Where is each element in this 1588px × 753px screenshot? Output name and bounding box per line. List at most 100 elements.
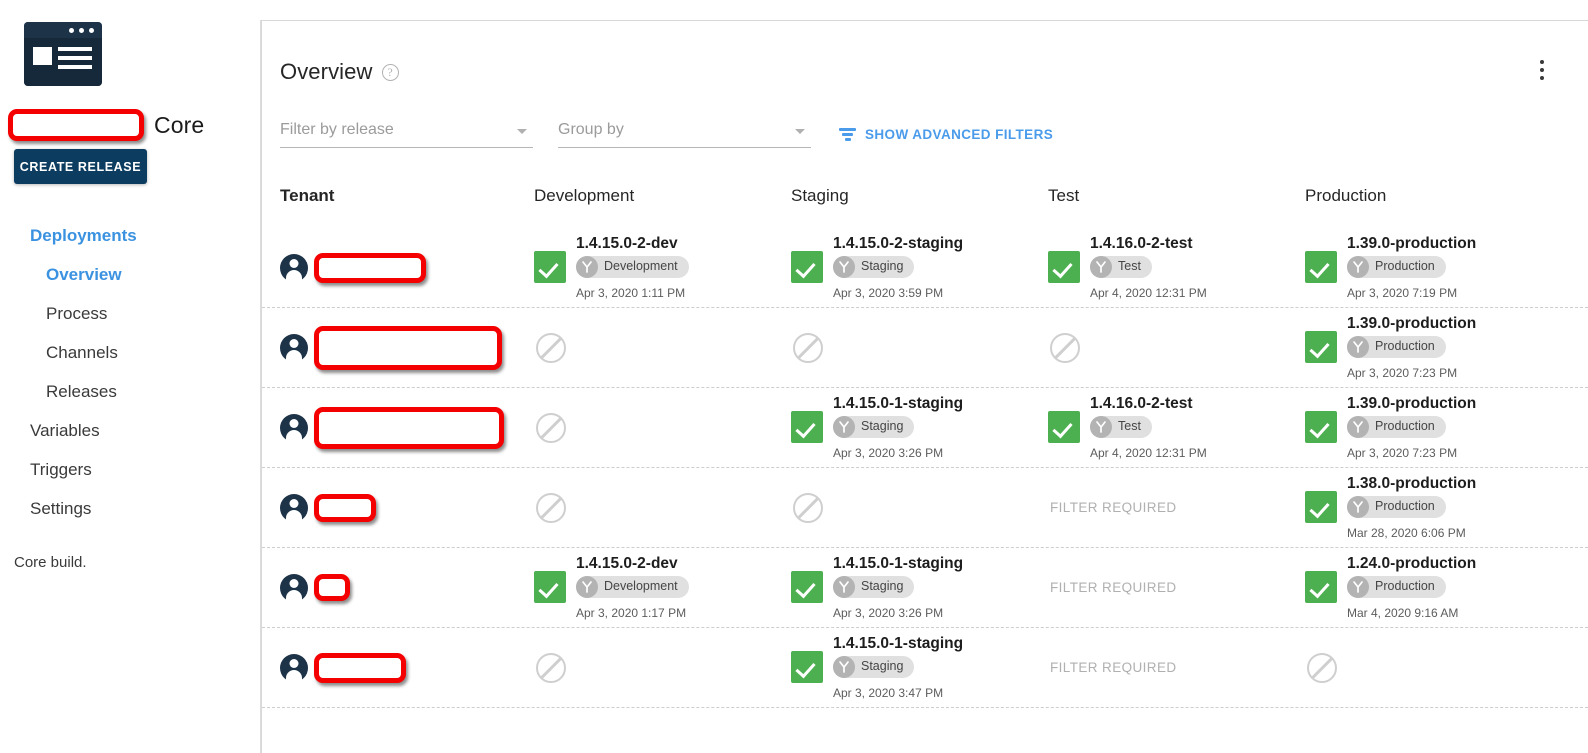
panel-header: Overview ?	[262, 21, 1588, 85]
cell-staging	[791, 492, 1048, 523]
deployment-date: Mar 4, 2020 9:16 AM	[1347, 606, 1459, 621]
column-header-tenant: Tenant	[280, 186, 335, 205]
sidebar-item-settings[interactable]: Settings	[0, 489, 261, 528]
cell-test: FILTER REQUIRED	[1048, 660, 1305, 675]
channel-label: Production	[1375, 338, 1435, 353]
tenant-cell[interactable]	[280, 652, 534, 683]
cell-staging[interactable]: 1.4.15.0-1-staging Staging Apr 3, 2020 3:4…	[791, 635, 1048, 701]
cell-test[interactable]: 1.4.16.0-2-test Test Apr 4, 2020 12:31 PM	[1048, 235, 1305, 301]
cell-staging[interactable]: 1.4.15.0-1-staging Staging Apr 3, 2020 3:2…	[791, 555, 1048, 621]
tenant-name-redaction	[314, 493, 376, 522]
sidebar-item-releases[interactable]: Releases	[0, 372, 261, 411]
channel-label: Production	[1375, 498, 1435, 513]
column-header-development: Development	[534, 186, 635, 205]
channel-label: Production	[1375, 578, 1435, 593]
cell-production[interactable]: 1.39.0-production Production Apr 3, 2020 7…	[1305, 315, 1562, 381]
channel-chip: Test	[1090, 255, 1152, 278]
deployment-date: Mar 28, 2020 6:06 PM	[1347, 526, 1466, 541]
filter-by-release-select[interactable]: Filter by release	[280, 121, 533, 148]
tenant-cell[interactable]	[280, 573, 534, 602]
cell-development[interactable]: 1.4.15.0-2-dev Development Apr 3, 2020 1:1…	[534, 555, 791, 621]
filters-bar: Filter by release Group by SHOW ADVANCED…	[262, 121, 1588, 148]
branch-icon	[1347, 415, 1369, 438]
channel-chip: Staging	[833, 415, 915, 438]
release-version: 1.4.15.0-2-dev	[576, 554, 678, 572]
deployment-info: 1.4.16.0-2-test Test Apr 4, 2020 12:31 PM	[1090, 395, 1207, 461]
deployment-info: 1.4.15.0-1-staging Staging Apr 3, 2020 3:4…	[833, 635, 963, 701]
channel-label: Production	[1375, 418, 1435, 433]
channel-chip: Production	[1347, 415, 1446, 438]
channel-label: Staging	[861, 418, 904, 433]
help-circle-icon[interactable]: ?	[381, 63, 399, 81]
deployment-date: Apr 3, 2020 1:17 PM	[576, 606, 687, 621]
person-icon	[280, 413, 308, 442]
tenant-cell[interactable]	[280, 406, 534, 449]
release-version: 1.4.15.0-1-staging	[833, 634, 964, 652]
deployment-date: Apr 3, 2020 3:26 PM	[833, 606, 944, 621]
cell-development[interactable]: 1.4.15.0-2-dev Development Apr 3, 2020 1:1…	[534, 235, 791, 301]
channel-label: Development	[604, 258, 678, 273]
group-by-select[interactable]: Group by	[558, 121, 811, 148]
cell-production	[1305, 652, 1562, 683]
release-version: 1.39.0-production	[1347, 314, 1477, 332]
deployment-info: 1.39.0-production Production Apr 3, 2020 7…	[1347, 315, 1476, 381]
branch-icon	[1090, 255, 1112, 278]
sidebar-item-variables[interactable]: Variables	[0, 411, 261, 450]
channel-label: Production	[1375, 258, 1435, 273]
cell-production[interactable]: 1.38.0-production Production Mar 28, 2020 …	[1305, 475, 1562, 541]
table-row: FILTER REQUIRED 1.38.0-production Producti…	[262, 468, 1588, 548]
sidebar-item-overview[interactable]: Overview	[0, 255, 261, 294]
cell-staging[interactable]: 1.4.15.0-1-staging Staging Apr 3, 2020 3:2…	[791, 395, 1048, 461]
filter-required-label: FILTER REQUIRED	[1050, 660, 1177, 675]
tenant-cell[interactable]	[280, 252, 534, 283]
sidebar-item-process[interactable]: Process	[0, 294, 261, 333]
logo-dot-icon	[79, 28, 84, 33]
cell-production[interactable]: 1.39.0-production Production Apr 3, 2020 7…	[1305, 395, 1562, 461]
deployment-date: Apr 3, 2020 7:23 PM	[1347, 366, 1458, 381]
cell-test: FILTER REQUIRED	[1048, 580, 1305, 595]
channel-label: Staging	[861, 578, 904, 593]
more-vertical-icon[interactable]	[1532, 57, 1552, 83]
sidebar-item-deployments[interactable]: Deployments	[0, 216, 261, 255]
logo-dot-icon	[69, 28, 74, 33]
tenant-name-redaction	[314, 652, 406, 683]
kebab-dot	[1540, 68, 1544, 72]
table-row: 1.4.15.0-1-staging Staging Apr 3, 2020 3:2…	[262, 388, 1588, 468]
sidebar-item-triggers[interactable]: Triggers	[0, 450, 261, 489]
cell-development	[534, 652, 791, 683]
project-header: Core	[0, 108, 261, 142]
person-icon	[280, 493, 308, 522]
blocked-icon	[536, 412, 566, 443]
branch-icon	[833, 415, 855, 438]
blocked-icon	[793, 492, 823, 523]
show-advanced-filters-button[interactable]: SHOW ADVANCED FILTERS	[839, 127, 1053, 142]
logo-line	[58, 56, 92, 60]
channel-chip: Production	[1347, 495, 1446, 518]
filter-required-label: FILTER REQUIRED	[1050, 580, 1177, 595]
sidebar-footer-text: Core build.	[14, 554, 87, 571]
deployment-date: Apr 4, 2020 12:31 PM	[1090, 446, 1207, 461]
channel-chip: Development	[576, 575, 689, 598]
cell-production[interactable]: 1.39.0-production Production Apr 3, 2020 7…	[1305, 235, 1562, 301]
deployment-date: Apr 3, 2020 7:23 PM	[1347, 446, 1458, 461]
kebab-dot	[1540, 76, 1544, 80]
channel-chip: Development	[576, 255, 689, 278]
tenant-cell[interactable]	[280, 325, 534, 370]
cell-test[interactable]: 1.4.16.0-2-test Test Apr 4, 2020 12:31 PM	[1048, 395, 1305, 461]
branch-icon	[1090, 415, 1112, 438]
sidebar-item-channels[interactable]: Channels	[0, 333, 261, 372]
success-check-icon	[534, 571, 566, 604]
deployment-date: Apr 3, 2020 3:59 PM	[833, 286, 944, 301]
cell-production[interactable]: 1.24.0-production Production Mar 4, 2020 9…	[1305, 555, 1562, 621]
cell-development	[534, 412, 791, 443]
deployment-info: 1.24.0-production Production Mar 4, 2020 9…	[1347, 555, 1476, 621]
tenant-cell[interactable]	[280, 493, 534, 522]
project-name: Core	[154, 111, 205, 138]
release-version: 1.4.15.0-2-staging	[833, 234, 964, 252]
deployment-date: Apr 3, 2020 3:47 PM	[833, 686, 944, 701]
create-release-button[interactable]: CREATE RELEASE	[14, 149, 147, 184]
logo-line	[58, 65, 92, 69]
blocked-icon	[1050, 332, 1080, 363]
cell-staging	[791, 332, 1048, 363]
cell-staging[interactable]: 1.4.15.0-2-staging Staging Apr 3, 2020 3:5…	[791, 235, 1048, 301]
